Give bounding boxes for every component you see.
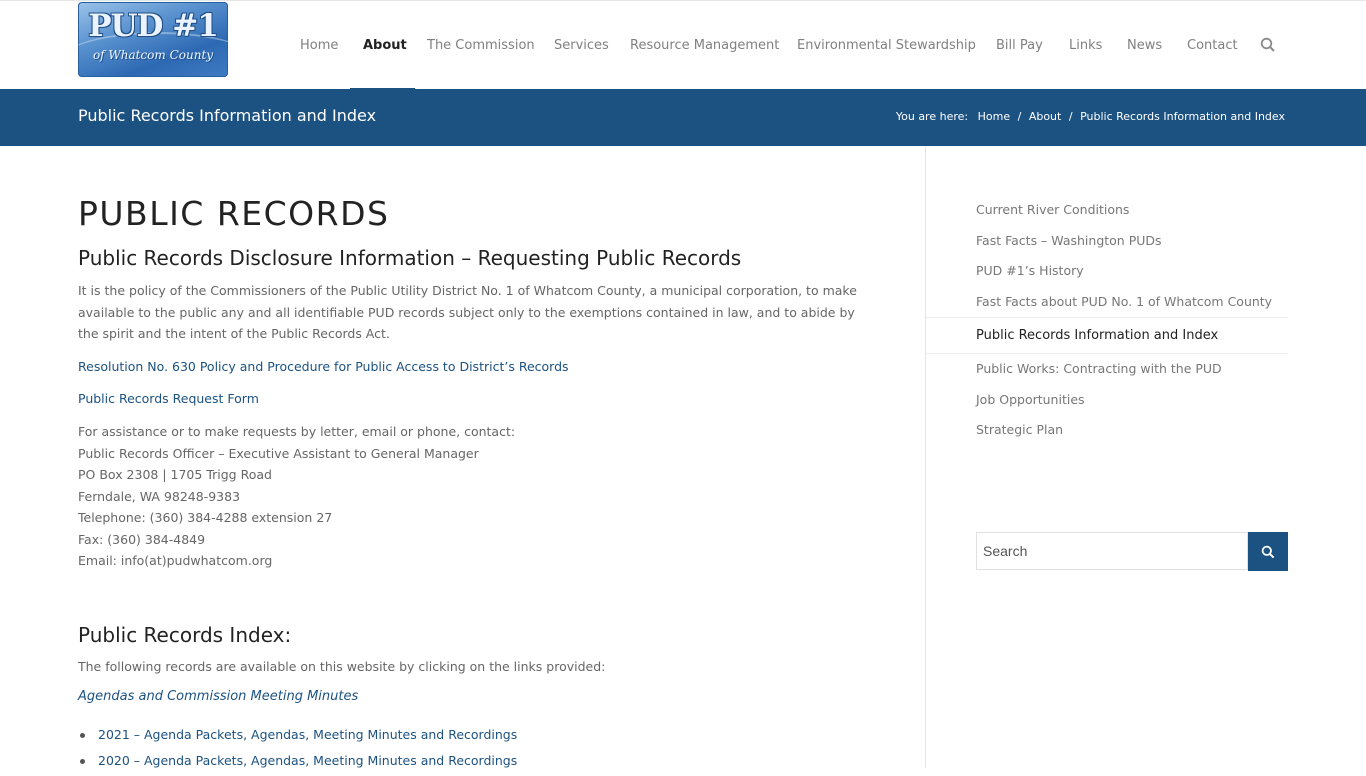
records-list: 2021 – Agenda Packets, Agendas, Meeting …: [78, 724, 517, 776]
page-title-bar: Public Records Information and Index You…: [0, 89, 1366, 146]
breadcrumb-about[interactable]: About: [1029, 110, 1062, 123]
contact-intro: For assistance or to make requests by le…: [78, 424, 516, 439]
index-heading: Public Records Index:: [78, 623, 292, 647]
site-logo[interactable]: PUD #1 of Whatcom County: [78, 2, 228, 77]
nav-item-resource-management[interactable]: Resource Management: [630, 1, 779, 90]
record-link-2020[interactable]: 2020 – Agenda Packets, Agendas, Meeting …: [98, 753, 517, 768]
sidebar-item-pud-history[interactable]: PUD #1’s History: [926, 256, 1288, 287]
sidebar-nav: Current River Conditions Fast Facts – Wa…: [926, 195, 1288, 446]
sidebar-search-button[interactable]: [1248, 532, 1288, 571]
contact-address: PO Box 2308 | 1705 Trigg Road: [78, 467, 272, 482]
sidebar-item-public-records[interactable]: Public Records Information and Index: [926, 317, 1288, 354]
list-item[interactable]: 2020 – Agenda Packets, Agendas, Meeting …: [78, 750, 517, 776]
sidebar-search-input[interactable]: [976, 532, 1248, 570]
sidebar-item-fast-facts-washington-puds[interactable]: Fast Facts – Washington PUDs: [926, 226, 1288, 257]
resolution-link[interactable]: Resolution No. 630 Policy and Procedure …: [78, 356, 569, 378]
contact-city: Ferndale, WA 98248-9383: [78, 488, 241, 504]
search-icon: [1261, 545, 1275, 559]
policy-paragraph: It is the policy of the Commissioners of…: [78, 283, 857, 341]
breadcrumb-separator: /: [1068, 110, 1073, 123]
page-heading: PUBLIC RECORDS: [78, 194, 390, 233]
index-intro: The following records are available on t…: [78, 659, 606, 674]
nav-item-contact[interactable]: Contact: [1187, 1, 1238, 90]
breadcrumb: You are here: Home / About / Public Reco…: [896, 110, 1285, 123]
search-icon[interactable]: [1260, 37, 1276, 53]
contact-officer: Public Records Officer – Executive Assis…: [78, 445, 479, 461]
sidebar-item-public-works[interactable]: Public Works: Contracting with the PUD: [926, 354, 1288, 385]
disclosure-heading: Public Records Disclosure Information – …: [78, 246, 742, 270]
list-item[interactable]: 2021 – Agenda Packets, Agendas, Meeting …: [78, 724, 517, 750]
sidebar-item-job-opportunities[interactable]: Job Opportunities: [926, 385, 1288, 416]
breadcrumb-label: You are here:: [895, 110, 969, 123]
record-link-2021[interactable]: 2021 – Agenda Packets, Agendas, Meeting …: [98, 727, 517, 742]
logo-main-text: PUD #1: [88, 8, 219, 44]
nav-item-news[interactable]: News: [1127, 1, 1162, 90]
nav-item-home[interactable]: Home: [300, 1, 338, 90]
nav-item-about[interactable]: About: [363, 1, 407, 90]
breadcrumb-current: Public Records Information and Index: [1080, 110, 1285, 123]
sidebar-item-strategic-plan[interactable]: Strategic Plan: [926, 415, 1288, 446]
logo-sub-text: of Whatcom County: [92, 48, 214, 62]
agendas-link[interactable]: Agendas and Commission Meeting Minutes: [78, 689, 358, 704]
contact-email: Email: info(at)pudwhatcom.org: [78, 553, 273, 568]
breadcrumb-home[interactable]: Home: [978, 110, 1010, 123]
contact-fax: Fax: (360) 384-4849: [78, 531, 206, 547]
page-title[interactable]: Public Records Information and Index: [78, 106, 376, 125]
sidebar-item-fast-facts-whatcom[interactable]: Fast Facts about PUD No. 1 of Whatcom Co…: [926, 287, 1288, 318]
nav-item-services[interactable]: Services: [554, 1, 609, 90]
nav-item-the-commission[interactable]: The Commission: [427, 1, 535, 90]
contact-block: For assistance or to make requests by le…: [78, 421, 515, 572]
contact-telephone: Telephone: (360) 384-4288 extension 27: [78, 510, 333, 525]
site-header: PUD #1 of Whatcom County Home About The …: [0, 0, 1366, 90]
breadcrumb-separator: /: [1017, 110, 1022, 123]
nav-item-links[interactable]: Links: [1069, 1, 1102, 90]
request-form-link[interactable]: Public Records Request Form: [78, 388, 259, 410]
nav-item-environmental-stewardship[interactable]: Environmental Stewardship: [797, 1, 976, 90]
sidebar-item-current-river-conditions[interactable]: Current River Conditions: [926, 195, 1288, 226]
nav-item-bill-pay[interactable]: Bill Pay: [996, 1, 1043, 90]
